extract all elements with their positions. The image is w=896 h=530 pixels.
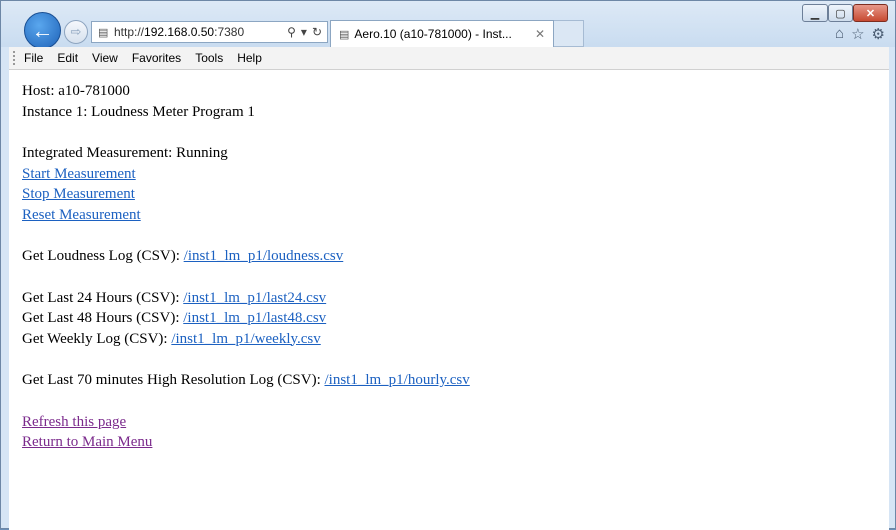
- back-button[interactable]: ←: [24, 12, 61, 49]
- tab-title: Aero.10 (a10-781000) - Inst...: [354, 27, 512, 41]
- weekly-label: Get Weekly Log (CSV):: [22, 330, 172, 347]
- last24-link[interactable]: /inst1_lm_p1/last24.csv: [183, 290, 326, 306]
- hourly-link[interactable]: /inst1_lm_p1/hourly.csv: [324, 372, 469, 388]
- measurement-status: Integrated Measurement: Running: [22, 145, 228, 161]
- address-bar[interactable]: ▤ http://192.168.0.50:7380 ⚲ ▾ ↻: [91, 21, 328, 43]
- menu-bar: File Edit View Favorites Tools Help: [9, 47, 889, 70]
- url-host: 192.168.0.50: [144, 25, 215, 39]
- weekly-link[interactable]: /inst1_lm_p1/weekly.csv: [171, 331, 320, 347]
- page-icon: ▤: [98, 26, 109, 39]
- last48-label: Get Last 48 Hours (CSV):: [22, 310, 184, 326]
- title-bar: ▁ ▢ ✕ ← ⇨ ▤ http://192.168.0.50:7380 ⚲ ▾…: [1, 1, 895, 49]
- start-measurement-link[interactable]: Start Measurement: [22, 166, 136, 182]
- tab-page-icon: ▤: [339, 28, 350, 41]
- dropdown-icon[interactable]: ▾: [301, 25, 307, 39]
- last48-link[interactable]: /inst1_lm_p1/last48.csv: [183, 310, 326, 326]
- back-arrow-icon: ←: [31, 17, 54, 43]
- reset-measurement-link[interactable]: Reset Measurement: [22, 207, 141, 223]
- menu-tools[interactable]: Tools: [195, 51, 223, 65]
- menu-file[interactable]: File: [24, 51, 43, 65]
- hourly-row: Get Last 70 minutes High Resolution Log …: [22, 370, 876, 391]
- menu-grip-icon: [13, 51, 18, 65]
- host-line: Host: a10-781000: [22, 83, 130, 99]
- browser-window: ▁ ▢ ✕ ← ⇨ ▤ http://192.168.0.50:7380 ⚲ ▾…: [0, 0, 896, 530]
- return-main-menu-link[interactable]: Return to Main Menu: [22, 434, 152, 450]
- refresh-icon[interactable]: ↻: [312, 25, 322, 39]
- tab-close-icon[interactable]: ✕: [535, 27, 545, 41]
- url-scheme: http://: [114, 25, 145, 39]
- close-window-button[interactable]: ✕: [853, 4, 888, 22]
- instance-line: Instance 1: Loudness Meter Program 1: [22, 103, 255, 120]
- stop-measurement-link[interactable]: Stop Measurement: [22, 186, 135, 202]
- forward-button[interactable]: ⇨: [64, 20, 88, 44]
- address-url[interactable]: http://192.168.0.50:7380: [114, 25, 287, 39]
- loudness-log-link[interactable]: /inst1_lm_p1/loudness.csv: [184, 248, 344, 264]
- tab-active[interactable]: ▤ Aero.10 (a10-781000) - Inst... ✕: [330, 20, 554, 47]
- last24-label: Get Last 24 Hours (CSV):: [22, 289, 184, 306]
- weekly-row: Get Weekly Log (CSV): /inst1_lm_p1/weekl…: [22, 329, 876, 350]
- new-tab-button[interactable]: [554, 20, 584, 47]
- last48-row: Get Last 48 Hours (CSV): /inst1_lm_p1/la…: [22, 308, 876, 329]
- loudness-log-label: Get Loudness Log (CSV):: [22, 248, 184, 264]
- home-icon[interactable]: ⌂: [835, 25, 844, 43]
- url-port: :7380: [214, 25, 245, 39]
- menu-view[interactable]: View: [92, 51, 118, 65]
- menu-edit[interactable]: Edit: [57, 51, 78, 65]
- menu-help[interactable]: Help: [237, 51, 262, 65]
- last24-row: Get Last 24 Hours (CSV): /inst1_lm_p1/la…: [22, 288, 876, 309]
- search-icon[interactable]: ⚲: [287, 25, 296, 39]
- maximize-button[interactable]: ▢: [828, 4, 853, 22]
- refresh-page-link[interactable]: Refresh this page: [22, 414, 126, 430]
- minimize-button[interactable]: ▁: [802, 4, 828, 22]
- menu-favorites[interactable]: Favorites: [132, 51, 181, 65]
- loudness-log-row: Get Loudness Log (CSV): /inst1_lm_p1/lou…: [22, 246, 876, 267]
- gear-icon[interactable]: ⚙: [872, 25, 885, 43]
- favorites-star-icon[interactable]: ☆: [851, 25, 864, 43]
- page-content: Host: a10-781000 Instance 1: Loudness Me…: [9, 70, 889, 530]
- forward-arrow-icon: ⇨: [70, 24, 82, 39]
- hourly-label: Get Last 70 minutes High Resolution Log …: [22, 372, 325, 388]
- browser-tools: ⌂ ☆ ⚙: [835, 25, 885, 43]
